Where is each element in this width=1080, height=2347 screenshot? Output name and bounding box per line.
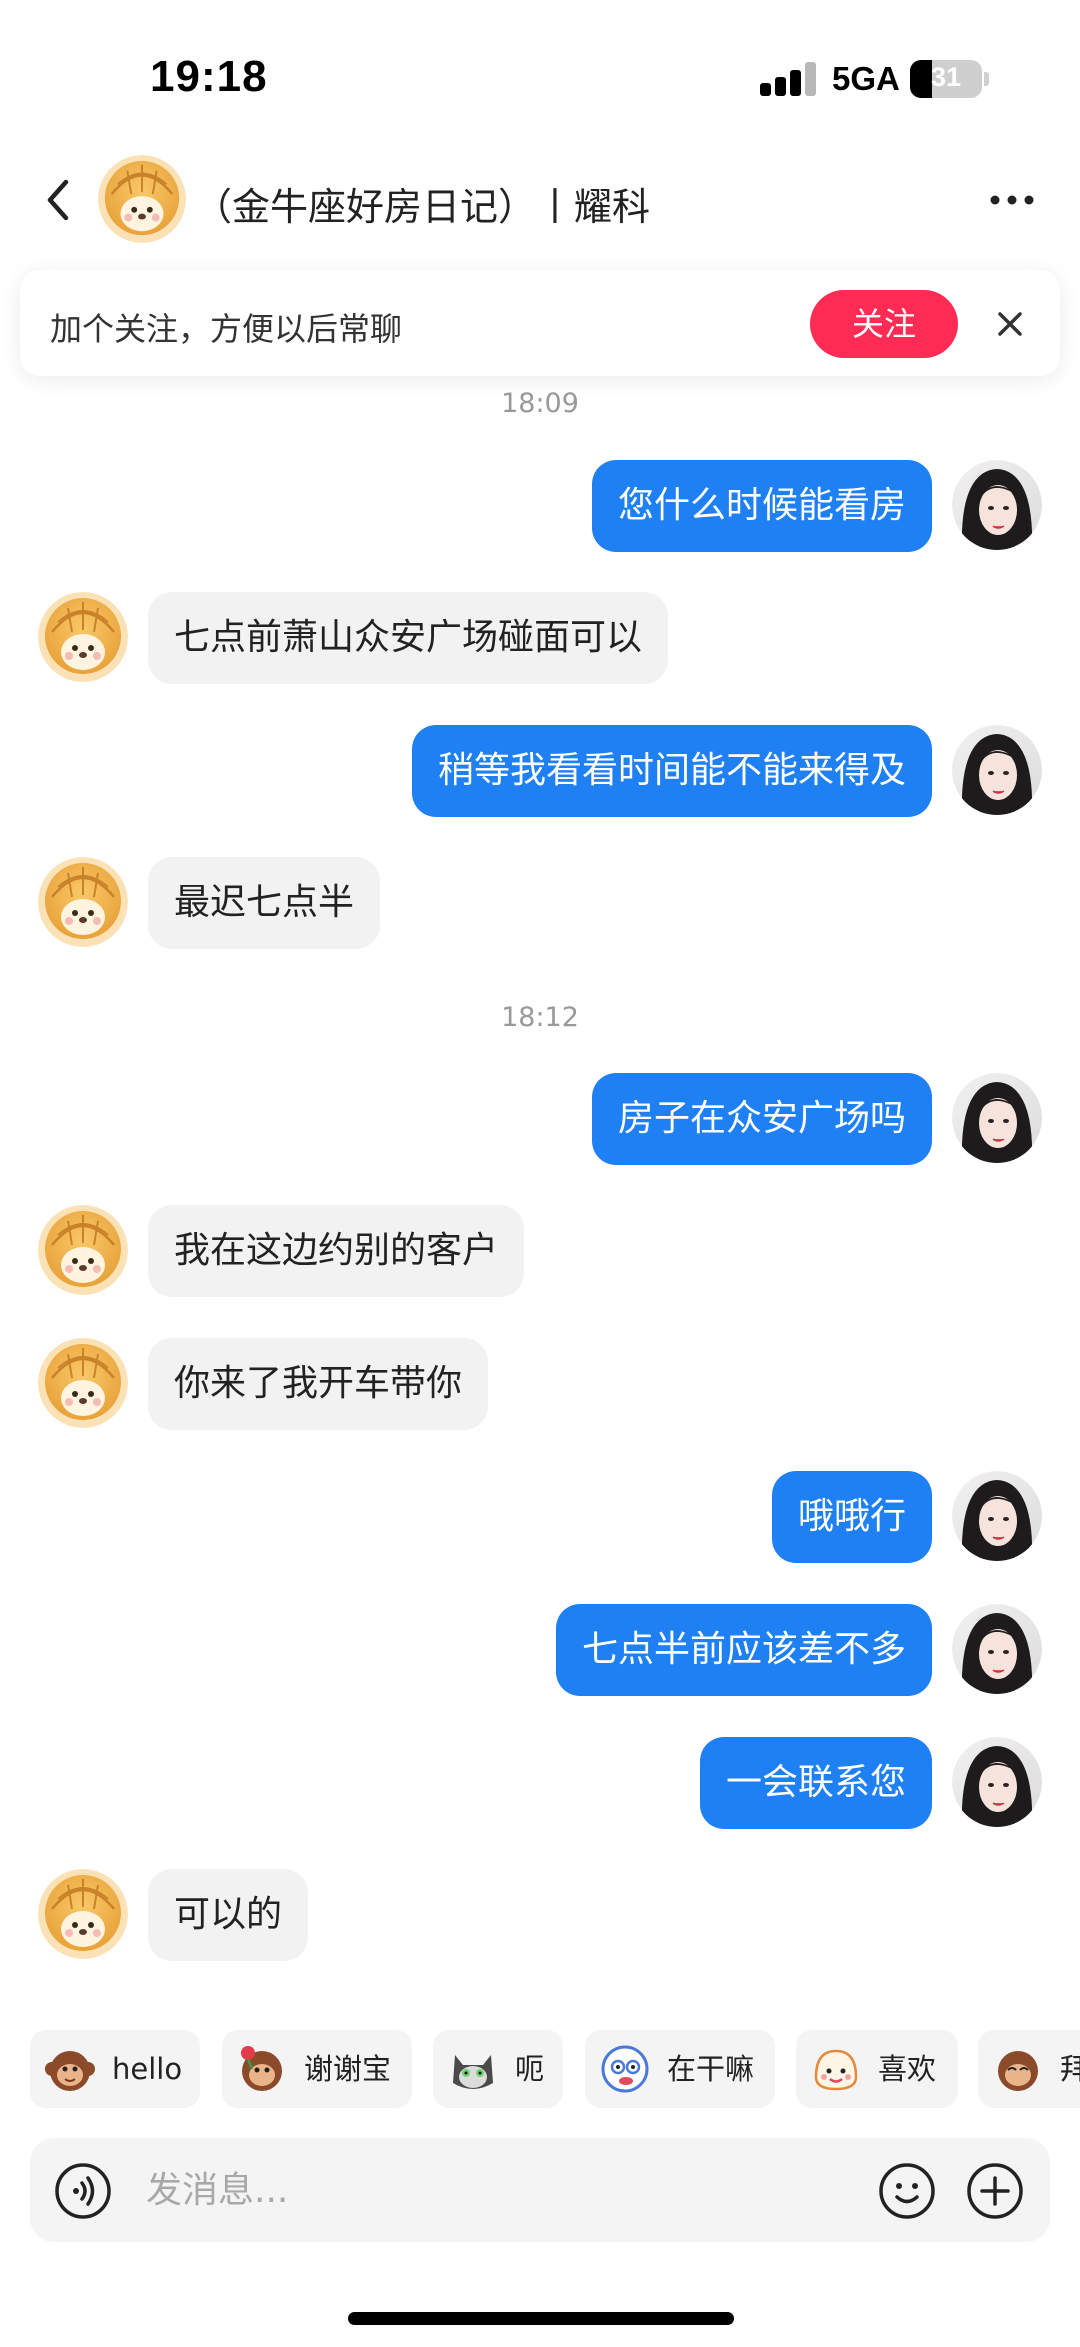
timestamp: 18:12 [501, 1002, 579, 1033]
my-avatar[interactable] [952, 460, 1042, 550]
network-type: 5GA [832, 60, 900, 97]
quick-reply-chip[interactable]: 呃 [433, 2030, 563, 2108]
outgoing-message[interactable]: 哦哦行 [771, 1471, 932, 1563]
message-row: 您什么时候能看房 [0, 460, 1080, 552]
outgoing-message[interactable]: 房子在众安广场吗 [591, 1073, 932, 1165]
cat-emoji-icon [453, 2055, 493, 2089]
my-avatar[interactable] [952, 725, 1042, 815]
close-banner-button[interactable] [990, 304, 1030, 344]
plus-circle-icon [967, 2163, 1023, 2219]
emoji-button[interactable] [878, 2162, 936, 2220]
follow-button[interactable]: 关注 [810, 290, 958, 358]
follow-banner: 加个关注，方便以后常聊 关注 [20, 270, 1060, 376]
my-avatar[interactable] [952, 1604, 1042, 1694]
outgoing-message[interactable]: 稍等我看看时间能不能来得及 [411, 725, 932, 817]
message-list[interactable]: 18:09 您什么时候能看房 七点前萧山众安广场碰面可以 稍等我看看时间能不能来… [0, 376, 1080, 2016]
peeking-emoji-icon [601, 2045, 649, 2093]
quick-reply-label: 谢谢宝 [304, 2052, 392, 2086]
contact-avatar[interactable] [38, 857, 128, 947]
message-composer [30, 2138, 1050, 2242]
battery-icon: 31 [910, 60, 982, 98]
incoming-message[interactable]: 七点前萧山众安广场碰面可以 [148, 592, 669, 684]
message-row: 哦哦行 [0, 1471, 1080, 1563]
message-row: 可以的 [0, 1869, 1080, 1961]
outgoing-message[interactable]: 七点半前应该差不多 [555, 1604, 932, 1696]
battery-percent: 31 [930, 62, 962, 92]
follow-prompt-text: 加个关注，方便以后常聊 [50, 310, 403, 348]
voice-button[interactable] [54, 2162, 112, 2220]
timestamp: 18:09 [501, 388, 579, 419]
contact-avatar[interactable] [38, 1205, 128, 1295]
more-horizontal-icon [990, 195, 1034, 205]
quick-reply-label: hello [112, 2052, 183, 2086]
voice-icon [55, 2163, 111, 2219]
quick-reply-label: 喜欢 [878, 2052, 937, 2086]
contact-name[interactable]: （金牛座好房日记）丨耀科 [194, 176, 650, 231]
battery-cap [984, 72, 989, 86]
outgoing-message[interactable]: 一会联系您 [699, 1737, 932, 1829]
my-avatar[interactable] [952, 1737, 1042, 1827]
quick-reply-chip[interactable]: 喜欢 [796, 2030, 958, 2108]
home-indicator[interactable] [348, 2312, 734, 2325]
chat-header: （金牛座好房日记）丨耀科 [0, 140, 1080, 260]
incoming-message[interactable]: 最迟七点半 [148, 857, 381, 949]
my-avatar[interactable] [952, 1073, 1042, 1163]
more-button[interactable] [985, 180, 1039, 220]
contact-avatar[interactable] [38, 592, 128, 682]
more-actions-button[interactable] [966, 2162, 1024, 2220]
message-row: 我在这边约别的客户 [0, 1205, 1080, 1297]
chevron-left-icon [47, 179, 69, 221]
close-icon [998, 312, 1022, 336]
cellular-signal-icon [760, 62, 818, 96]
contact-avatar[interactable] [38, 1869, 128, 1959]
outgoing-message[interactable]: 您什么时候能看房 [591, 460, 932, 552]
contact-avatar[interactable] [38, 1338, 128, 1428]
monkey-bye-emoji-icon [998, 2051, 1038, 2091]
monkey-rose-emoji-icon [241, 2046, 282, 2091]
message-row: 一会联系您 [0, 1737, 1080, 1829]
quick-reply-label: 呃 [515, 2052, 545, 2086]
message-row: 房子在众安广场吗 [0, 1073, 1080, 1165]
cute-emoji-icon [814, 2049, 858, 2091]
smiley-icon [879, 2163, 935, 2219]
monkey-emoji-icon [45, 2051, 95, 2091]
quick-reply-bar[interactable]: hello 谢谢宝 呃 在干嘛 喜欢 拜 [0, 2030, 1080, 2110]
message-input[interactable] [146, 2150, 886, 2230]
message-row: 稍等我看看时间能不能来得及 [0, 725, 1080, 817]
status-bar: 19:18 5GA 31 [0, 0, 1080, 140]
quick-reply-chip[interactable]: hello [30, 2030, 200, 2108]
my-avatar[interactable] [952, 1471, 1042, 1561]
incoming-message[interactable]: 可以的 [148, 1869, 309, 1961]
message-row: 七点半前应该差不多 [0, 1604, 1080, 1696]
back-button[interactable] [30, 170, 90, 230]
quick-reply-label: 拜 [1060, 2052, 1080, 2086]
contact-avatar[interactable] [98, 155, 186, 243]
quick-reply-chip[interactable]: 在干嘛 [585, 2030, 775, 2108]
message-row: 你来了我开车带你 [0, 1338, 1080, 1430]
message-row: 最迟七点半 [0, 857, 1080, 949]
status-time: 19:18 [150, 52, 268, 101]
quick-reply-label: 在干嘛 [667, 2052, 755, 2086]
message-row: 七点前萧山众安广场碰面可以 [0, 592, 1080, 684]
quick-reply-chip[interactable]: 谢谢宝 [222, 2030, 412, 2108]
incoming-message[interactable]: 你来了我开车带你 [148, 1338, 489, 1430]
quick-reply-chip[interactable]: 拜 [978, 2030, 1080, 2108]
incoming-message[interactable]: 我在这边约别的客户 [148, 1205, 525, 1297]
